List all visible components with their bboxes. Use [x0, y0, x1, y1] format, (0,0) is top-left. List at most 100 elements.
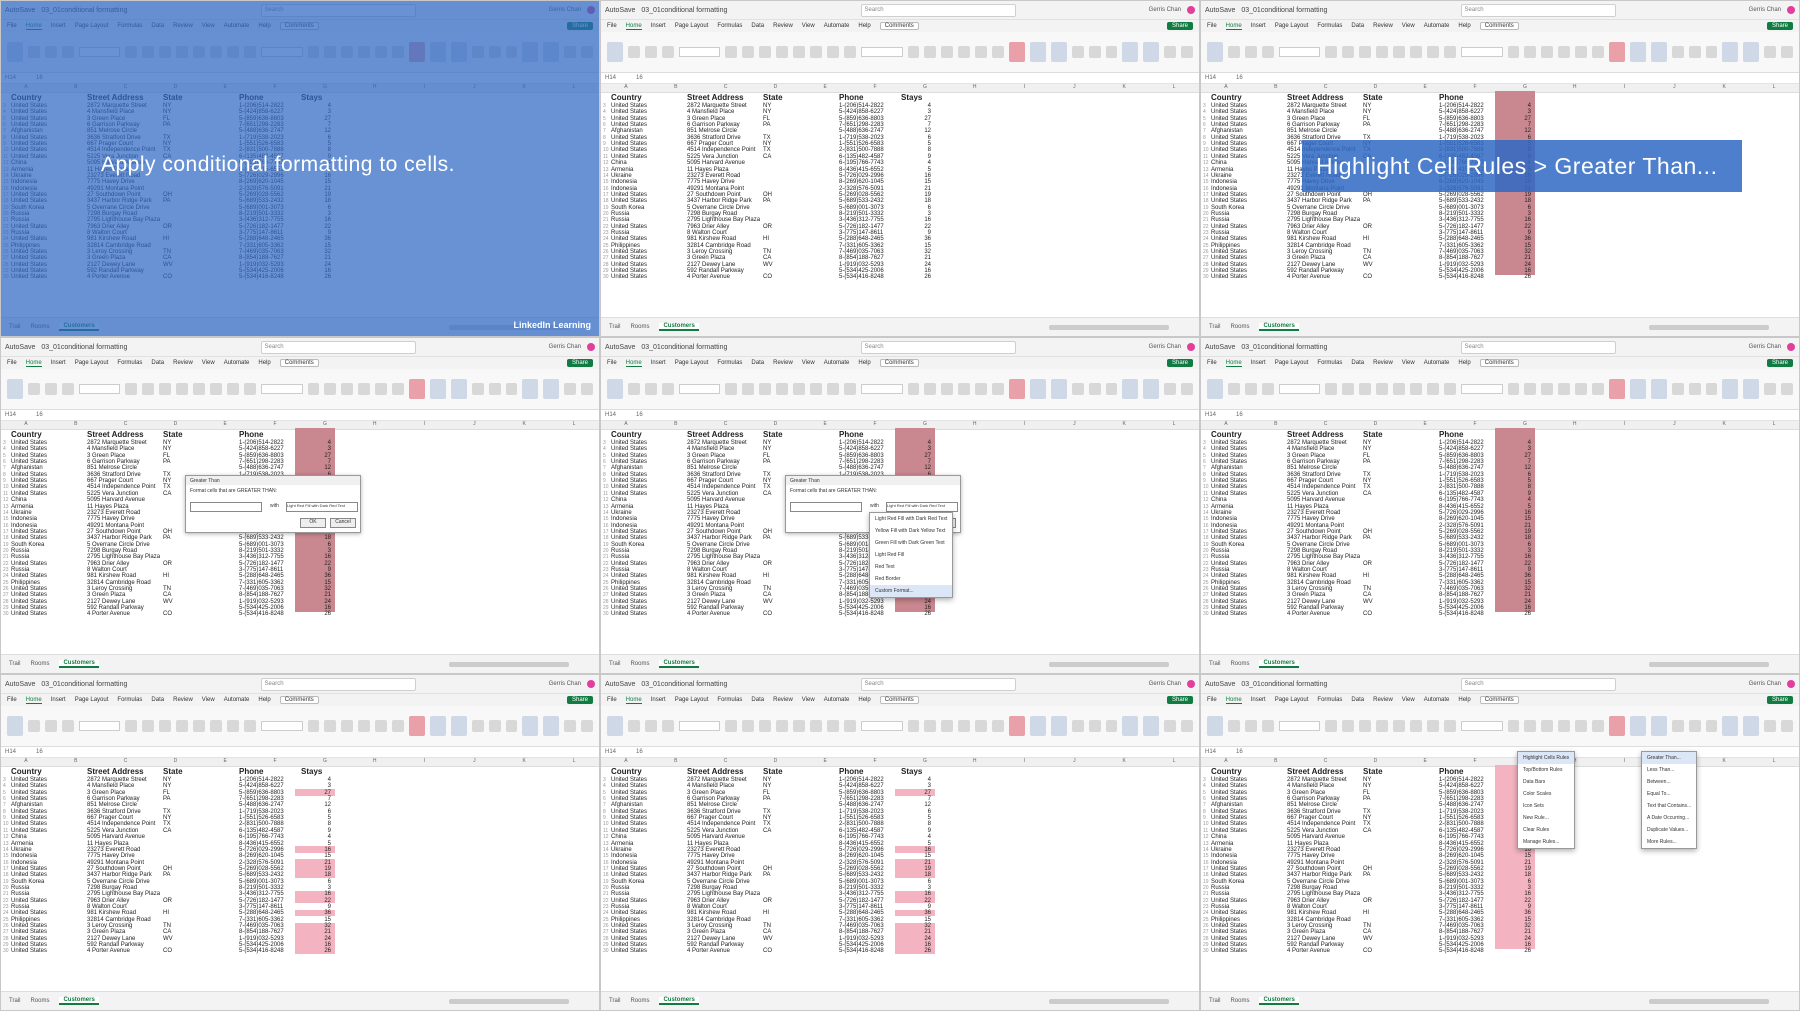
- cell-street[interactable]: 5 Overrane Circle Drive: [1287, 542, 1350, 548]
- worksheet[interactable]: CountryStreet AddressStatePhoneStays3Uni…: [601, 763, 1199, 992]
- cell-street[interactable]: 7298 Burgay Road: [687, 548, 737, 554]
- cell-street[interactable]: 5095 Harvard Avenue: [1287, 497, 1345, 503]
- ribbon-button[interactable]: [1629, 716, 1646, 736]
- cell-country[interactable]: Armenia: [1211, 167, 1233, 173]
- cell-stays[interactable]: 16: [1501, 554, 1531, 560]
- cell-country[interactable]: United States: [611, 790, 647, 796]
- cell-country[interactable]: United States: [1211, 866, 1247, 872]
- cell-phone[interactable]: 7-(331)605-3362: [1439, 243, 1484, 249]
- tab-file[interactable]: File: [7, 697, 17, 703]
- cell-stays[interactable]: 27: [301, 790, 331, 796]
- cell-phone[interactable]: 8-(219)501-3332: [239, 885, 284, 891]
- cell-stays[interactable]: 9: [1501, 567, 1531, 573]
- sheet-tab-customers[interactable]: Customers: [1259, 997, 1299, 1005]
- ribbon-button[interactable]: [1688, 383, 1701, 395]
- cell-street[interactable]: 11 Hayes Plaza: [687, 504, 729, 510]
- cell-street[interactable]: 851 Melrose Circle: [687, 465, 737, 471]
- cell-stays[interactable]: 18: [1501, 198, 1531, 204]
- cell-street[interactable]: 981 Kirshew Road: [87, 910, 136, 916]
- ribbon-button[interactable]: [1071, 720, 1084, 732]
- cell-phone[interactable]: 2-(831)500-7888: [239, 821, 284, 827]
- tab-automate[interactable]: Automate: [824, 23, 850, 29]
- share-button[interactable]: Share: [1166, 22, 1193, 30]
- cell-stays[interactable]: 18: [901, 872, 931, 878]
- cell-street[interactable]: 32814 Cambridge Road: [1287, 243, 1351, 249]
- cell-state[interactable]: NY: [1363, 478, 1371, 484]
- cell-country[interactable]: Russia: [1211, 230, 1229, 236]
- cell-phone[interactable]: 5-(424)858-6227: [1439, 783, 1484, 789]
- cell-stays[interactable]: 32: [1501, 249, 1531, 255]
- cell-street[interactable]: 2872 Marquette Street: [87, 440, 147, 446]
- cell-phone[interactable]: 7-(331)605-3362: [1439, 580, 1484, 586]
- ribbon-button[interactable]: [564, 720, 577, 732]
- tab-data[interactable]: Data: [751, 697, 764, 703]
- cell-street[interactable]: 3 Leroy Crossing: [1287, 249, 1332, 255]
- cell-phone[interactable]: 5-(534)425-2006: [239, 605, 284, 611]
- cell-street[interactable]: 7963 Drier Alley: [1287, 224, 1329, 230]
- conditional-formatting-button[interactable]: [1009, 379, 1025, 399]
- ribbon-button[interactable]: [243, 383, 256, 395]
- cell-street[interactable]: 3 Green Plaza: [687, 255, 725, 261]
- cell-country[interactable]: United States: [611, 459, 647, 465]
- cell-state[interactable]: HI: [763, 910, 769, 916]
- cell-phone[interactable]: 5-(689)001-3073: [239, 879, 284, 885]
- cell-street[interactable]: 5095 Harvard Avenue: [687, 497, 745, 503]
- cell-country[interactable]: Indonesia: [611, 523, 637, 529]
- conditional-formatting-button[interactable]: [1609, 716, 1625, 736]
- cell-phone[interactable]: 8-(269)620-1045: [839, 179, 884, 185]
- cell-state[interactable]: PA: [763, 122, 771, 128]
- cell-state[interactable]: PA: [163, 535, 171, 541]
- autosave-toggle[interactable]: AutoSave: [605, 681, 635, 688]
- cell-state[interactable]: HI: [163, 573, 169, 579]
- ribbon-button[interactable]: [1088, 720, 1101, 732]
- cell-state[interactable]: FL: [163, 790, 170, 796]
- cell-phone[interactable]: 7-(331)605-3362: [239, 580, 284, 586]
- cell-country[interactable]: United States: [611, 491, 647, 497]
- cell-phone[interactable]: 5-(726)182-1477: [239, 898, 284, 904]
- cell-street[interactable]: 5225 Vera Junction: [87, 491, 138, 497]
- cell-state[interactable]: CO: [763, 274, 772, 280]
- cell-stays[interactable]: 9: [901, 154, 931, 160]
- ribbon-button[interactable]: [725, 46, 738, 58]
- sheet-tab-customers[interactable]: Customers: [1259, 660, 1299, 668]
- ribbon-button[interactable]: [1376, 46, 1389, 58]
- cell-stays[interactable]: 9: [301, 828, 331, 834]
- cell-stays[interactable]: 12: [1501, 128, 1531, 134]
- cell-country[interactable]: United States: [1211, 561, 1247, 567]
- cell-street[interactable]: 5225 Vera Junction: [1287, 491, 1338, 497]
- cell-stays[interactable]: 6: [1501, 542, 1531, 548]
- cell-phone[interactable]: 5-(726)029-2996: [839, 847, 884, 853]
- cell-country[interactable]: Philippines: [611, 580, 640, 586]
- ribbon-button[interactable]: [392, 383, 405, 395]
- cell-stays[interactable]: 3: [301, 446, 331, 452]
- cell-country[interactable]: United States: [11, 821, 47, 827]
- tab-page-layout[interactable]: Page Layout: [1275, 23, 1309, 29]
- cell-phone[interactable]: 5-(288)648-2465: [1439, 236, 1484, 242]
- cell-country[interactable]: Philippines: [11, 580, 40, 586]
- cell-country[interactable]: Russia: [611, 904, 629, 910]
- cell-country[interactable]: United States: [11, 809, 47, 815]
- cell-state[interactable]: CA: [1363, 255, 1371, 261]
- cell-country[interactable]: United States: [1211, 459, 1247, 465]
- cell-state[interactable]: TN: [163, 586, 171, 592]
- cell-street[interactable]: 3 Green Plaza: [687, 592, 725, 598]
- cell-stays[interactable]: 15: [901, 243, 931, 249]
- cell-street[interactable]: 4 Mansfield Place: [687, 109, 734, 115]
- font-select[interactable]: [260, 721, 303, 731]
- cell-country[interactable]: United States: [11, 796, 47, 802]
- cell-street[interactable]: 4 Porter Avenue: [87, 611, 130, 617]
- cell-country[interactable]: United States: [1211, 109, 1247, 115]
- ribbon-button[interactable]: [1122, 716, 1139, 736]
- cell-phone[interactable]: 7-(331)605-3362: [239, 917, 284, 923]
- horizontal-scrollbar[interactable]: [1649, 661, 1769, 667]
- ribbon-button[interactable]: [627, 720, 640, 732]
- cell-country[interactable]: South Korea: [611, 542, 644, 548]
- ribbon-button[interactable]: [193, 383, 205, 395]
- cell-country[interactable]: United States: [11, 478, 47, 484]
- cell-country[interactable]: Russia: [11, 885, 29, 891]
- ribbon-button[interactable]: [61, 383, 74, 395]
- cell-stays[interactable]: 12: [901, 465, 931, 471]
- ribbon-button[interactable]: [742, 720, 755, 732]
- ribbon-button[interactable]: [159, 383, 172, 395]
- cell-state[interactable]: WV: [1363, 262, 1373, 268]
